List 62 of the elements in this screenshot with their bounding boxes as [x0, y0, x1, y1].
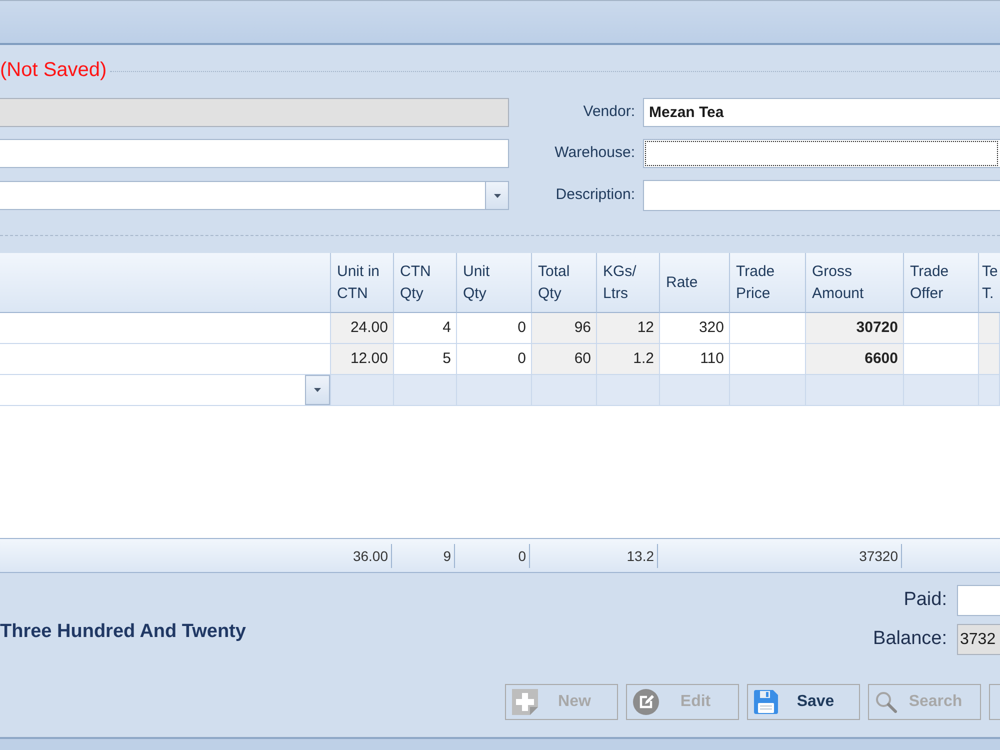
- table-cell[interactable]: 0: [457, 313, 532, 344]
- table-cell: 6600: [806, 344, 904, 375]
- combo-field[interactable]: [0, 375, 331, 405]
- save-button[interactable]: Save: [747, 684, 860, 720]
- input-field[interactable]: [957, 585, 1000, 616]
- column-header[interactable]: CTN Qty: [394, 253, 457, 313]
- table-cell[interactable]: [730, 313, 806, 344]
- table-cell: 12.00: [331, 344, 394, 375]
- table-cell: [979, 313, 1000, 344]
- table-cell: 30720: [806, 313, 904, 344]
- column-total: 0: [518, 544, 530, 568]
- pencil-icon: [633, 689, 659, 715]
- input-field[interactable]: [643, 139, 1000, 168]
- column-header[interactable]: Unit in CTN: [331, 253, 394, 313]
- table-cell[interactable]: [904, 313, 979, 344]
- column-header[interactable]: Trade Price: [730, 253, 806, 313]
- input-field[interactable]: Mezan Tea: [643, 98, 1000, 127]
- column-total: 36.00: [352, 544, 392, 568]
- input-field[interactable]: [643, 180, 1000, 211]
- column-header[interactable]: Trade Offer: [904, 253, 979, 313]
- dropdown-button[interactable]: [305, 375, 330, 405]
- input-field[interactable]: [0, 139, 509, 168]
- column-header[interactable]: Unit Qty: [457, 253, 532, 313]
- plus-icon: [512, 689, 538, 715]
- table-cell: 1.2: [597, 344, 660, 375]
- table-cell: 96: [532, 313, 597, 344]
- amount-in-words-text: Three Hundred And Twenty: [0, 620, 247, 644]
- table-cell[interactable]: 0: [457, 344, 532, 375]
- table-cell[interactable]: [730, 344, 806, 375]
- caret-icon: [314, 388, 321, 392]
- new-row[interactable]: [0, 375, 1000, 406]
- column-header[interactable]: Te T.: [979, 253, 1000, 313]
- table-cell: [979, 344, 1000, 375]
- table-cell[interactable]: 5: [394, 344, 457, 375]
- column-header[interactable]: [0, 253, 331, 313]
- table-cell[interactable]: 320: [660, 313, 730, 344]
- column-header[interactable]: Total Qty: [532, 253, 597, 313]
- toolbar-button[interactable]: [989, 684, 1000, 720]
- column-total: 9: [443, 544, 455, 568]
- field-label: Vendor:: [582, 102, 636, 122]
- table-cell[interactable]: [0, 313, 331, 344]
- table-cell: 12: [597, 313, 660, 344]
- dropdown-button[interactable]: [485, 182, 508, 209]
- field-label: Description:: [554, 185, 636, 206]
- table-cell[interactable]: [904, 344, 979, 375]
- column-total: 13.2: [626, 544, 658, 568]
- caret-icon: [494, 194, 500, 198]
- table-cell: 24.00: [331, 313, 394, 344]
- field-label: Warehouse:: [554, 143, 636, 164]
- search-icon: [875, 691, 897, 713]
- column-header[interactable]: Rate: [660, 253, 730, 313]
- combo-field[interactable]: [0, 181, 509, 210]
- column-header[interactable]: Gross Amount: [806, 253, 904, 313]
- unsaved-status-text: (Not Saved): [0, 58, 107, 82]
- table-cell: 60: [532, 344, 597, 375]
- table-cell[interactable]: 110: [660, 344, 730, 375]
- field-label: Balance:: [873, 627, 947, 652]
- column-header[interactable]: KGs/ Ltrs: [597, 253, 660, 313]
- column-total: 37320: [859, 544, 902, 568]
- field-label: Paid:: [902, 588, 947, 612]
- table-cell[interactable]: [0, 344, 331, 375]
- table-cell[interactable]: 4: [394, 313, 457, 344]
